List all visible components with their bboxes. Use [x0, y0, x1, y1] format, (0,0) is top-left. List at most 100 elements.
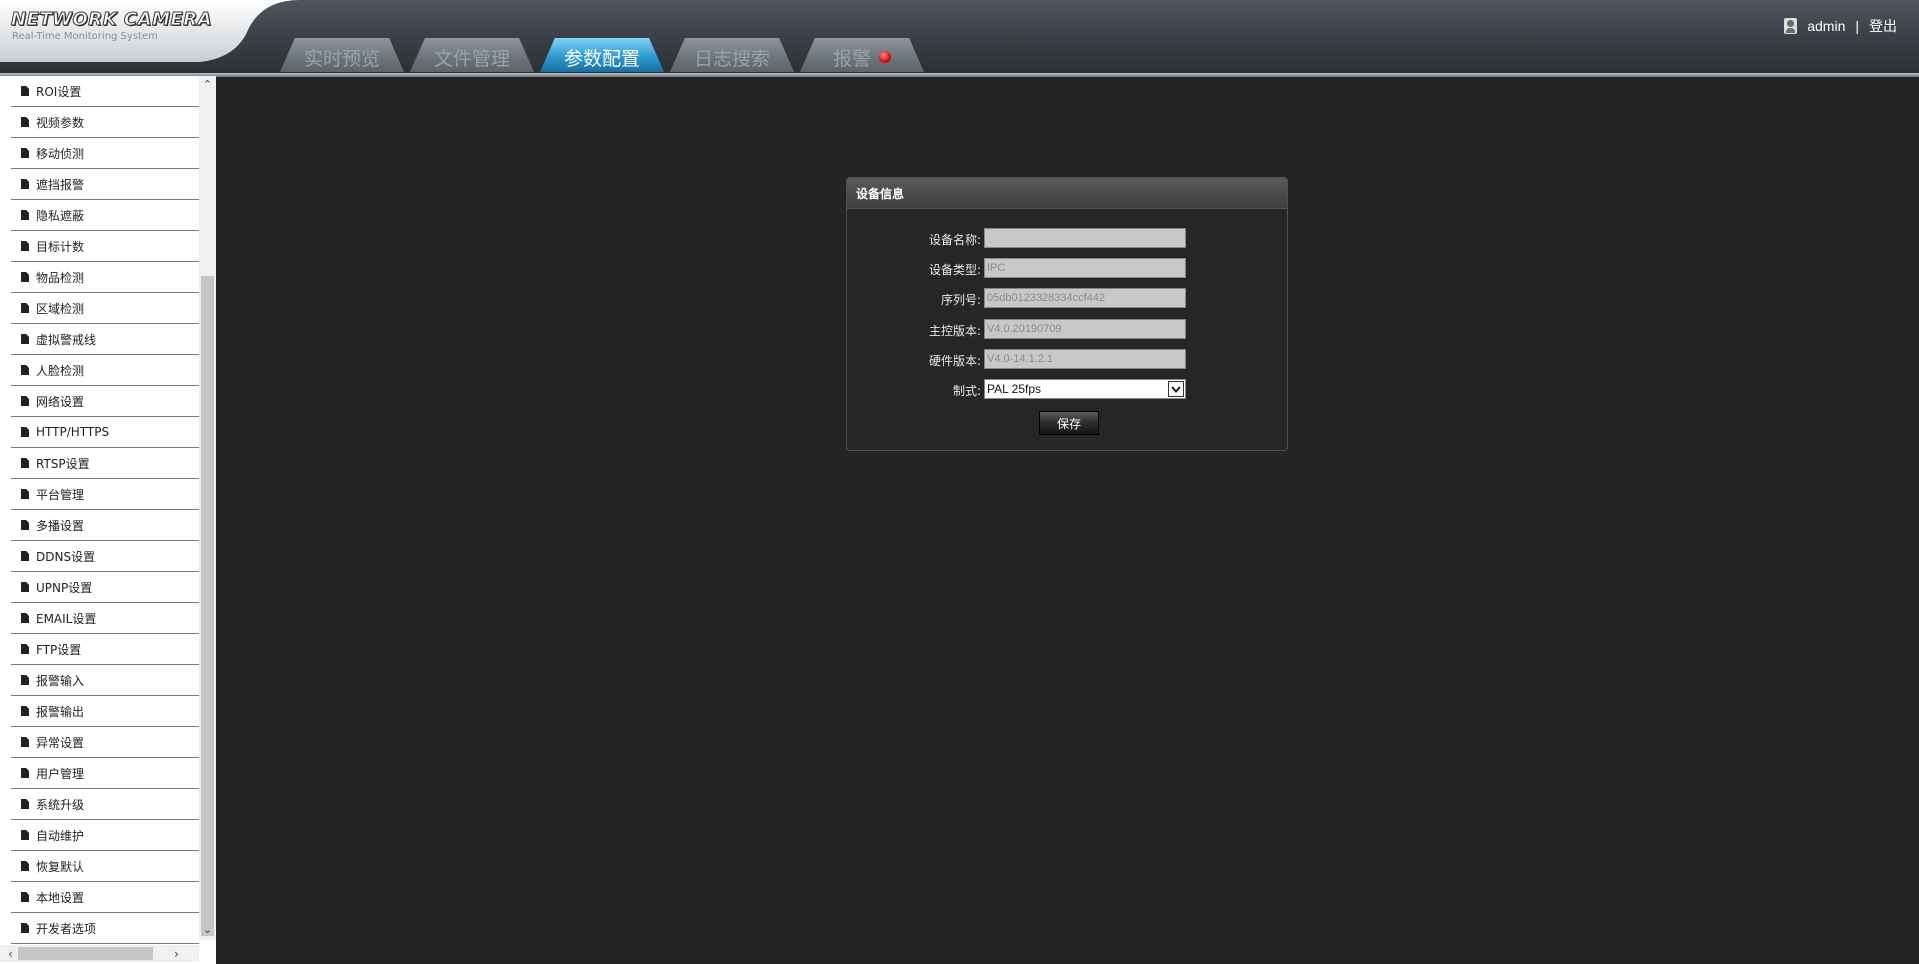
sidebar-item-region-detection[interactable]: 区域检测: [11, 293, 199, 324]
sidebar-item-alarm-input[interactable]: 报警输入: [11, 665, 199, 696]
sidebar-item-label: 恢复默认: [36, 859, 85, 874]
sidebar-item-label: EMAIL设置: [36, 611, 97, 626]
scrollbar-thumb[interactable]: [18, 947, 153, 960]
sidebar-item-label: 开发者选项: [36, 921, 97, 936]
settings-sidebar: ROI设置 视频参数 移动侦测 遮挡报警 隐私遮蔽 目标计数 物品检测 区域检测…: [0, 76, 216, 964]
save-button[interactable]: 保存: [1039, 411, 1099, 435]
document-icon: [21, 396, 29, 406]
scrollbar-thumb[interactable]: [201, 276, 214, 936]
sidebar-item-restore-default[interactable]: 恢复默认: [11, 851, 199, 882]
firmware-version-label: 主控版本:: [928, 324, 981, 338]
sidebar-item-tamper-alarm[interactable]: 遮挡报警: [11, 169, 199, 200]
settings-menu: ROI设置 视频参数 移动侦测 遮挡报警 隐私遮蔽 目标计数 物品检测 区域检测…: [11, 76, 199, 944]
username: admin: [1807, 18, 1846, 34]
document-icon: [21, 179, 29, 189]
top-header: NETWORK CAMERA Real-Time Monitoring Syst…: [0, 0, 1919, 76]
sidebar-item-network[interactable]: 网络设置: [11, 386, 199, 417]
device-info-panel: 设备信息 设备名称: 设备类型: IPC 序列号: 05db0123328334…: [846, 177, 1288, 451]
sidebar-vertical-scrollbar[interactable]: ⌃ ⌄: [199, 76, 216, 940]
sidebar-item-virtual-tripwire[interactable]: 虚拟警戒线: [11, 324, 199, 355]
sidebar-item-developer-options[interactable]: 开发者选项: [11, 913, 199, 944]
sidebar-item-label: 视频参数: [36, 115, 85, 130]
document-icon: [21, 582, 29, 592]
video-standard-label: 制式:: [952, 384, 981, 398]
sidebar-item-label: DDNS设置: [36, 549, 96, 564]
sidebar-item-rtsp[interactable]: RTSP设置: [11, 448, 199, 479]
device-type-field: IPC: [984, 258, 1186, 278]
video-standard-select[interactable]: PAL 25fps: [984, 379, 1186, 399]
document-icon: [21, 923, 29, 933]
sidebar-item-label: HTTP/HTTPS: [36, 425, 110, 439]
sidebar-item-label: FTP设置: [36, 642, 82, 657]
document-icon: [21, 427, 29, 437]
logo-title: NETWORK CAMERA: [11, 9, 213, 30]
sidebar-item-label: 虚拟警戒线: [36, 332, 97, 347]
sidebar-item-local-settings[interactable]: 本地设置: [11, 882, 199, 913]
sidebar-item-upnp[interactable]: UPNP设置: [11, 572, 199, 603]
device-name-label: 设备名称:: [928, 233, 981, 247]
sidebar-item-label: 移动侦测: [36, 146, 85, 161]
document-icon: [21, 520, 29, 530]
sidebar-horizontal-scrollbar[interactable]: ‹ ›: [0, 945, 199, 962]
sidebar-item-roi[interactable]: ROI设置: [11, 76, 199, 107]
scroll-up-icon[interactable]: ⌃: [199, 76, 216, 93]
sidebar-item-multicast[interactable]: 多播设置: [11, 510, 199, 541]
sidebar-item-ftp[interactable]: FTP设置: [11, 634, 199, 665]
sidebar-item-platform[interactable]: 平台管理: [11, 479, 199, 510]
sidebar-item-label: 系统升级: [36, 797, 85, 812]
form-row-device-name: 设备名称:: [847, 228, 1287, 250]
sidebar-item-motion-detection[interactable]: 移动侦测: [11, 138, 199, 169]
tab-label: 报警: [832, 47, 871, 70]
document-icon: [21, 489, 29, 499]
document-icon: [21, 148, 29, 158]
tab-file-management[interactable]: 文件管理: [410, 38, 534, 72]
sidebar-item-email[interactable]: EMAIL设置: [11, 603, 199, 634]
document-icon: [21, 303, 29, 313]
tab-label: 日志搜索: [693, 47, 770, 70]
sidebar-item-label: 报警输出: [36, 704, 85, 719]
sidebar-item-label: 网络设置: [36, 394, 85, 409]
tab-parameter-config[interactable]: 参数配置: [540, 38, 664, 72]
panel-title: 设备信息: [847, 178, 1287, 209]
sidebar-item-video-params[interactable]: 视频参数: [11, 107, 199, 138]
sidebar-item-label: 用户管理: [36, 766, 85, 781]
sidebar-item-label: 多播设置: [36, 518, 85, 533]
device-type-label: 设备类型:: [928, 263, 981, 277]
logout-link[interactable]: 登出: [1869, 16, 1897, 36]
serial-number-field: 05db0123328334ccf442: [984, 288, 1186, 308]
scroll-right-icon[interactable]: ›: [168, 945, 185, 962]
document-icon: [21, 768, 29, 778]
tab-live-view[interactable]: 实时预览: [280, 38, 404, 72]
document-icon: [21, 737, 29, 747]
tab-label: 实时预览: [303, 47, 380, 70]
sidebar-item-label: 人脸检测: [36, 363, 85, 378]
tab-alarm[interactable]: 报警: [800, 38, 924, 72]
sidebar-item-label: 平台管理: [36, 487, 85, 502]
sidebar-item-auto-maintenance[interactable]: 自动维护: [11, 820, 199, 851]
sidebar-item-http-https[interactable]: HTTP/HTTPS: [11, 417, 199, 448]
scroll-left-icon[interactable]: ‹: [2, 945, 19, 962]
tab-log-search[interactable]: 日志搜索: [670, 38, 794, 72]
tab-label: 参数配置: [563, 47, 640, 70]
sidebar-item-face-detection[interactable]: 人脸检测: [11, 355, 199, 386]
document-icon: [21, 241, 29, 251]
sidebar-item-object-detection[interactable]: 物品检测: [11, 262, 199, 293]
sidebar-item-ddns[interactable]: DDNS设置: [11, 541, 199, 572]
document-icon: [21, 861, 29, 871]
scroll-down-icon[interactable]: ⌄: [199, 921, 216, 938]
document-icon: [21, 675, 29, 685]
user-area: admin | 登出: [1784, 16, 1897, 36]
sidebar-item-system-upgrade[interactable]: 系统升级: [11, 789, 199, 820]
sidebar-item-exception[interactable]: 异常设置: [11, 727, 199, 758]
document-icon: [21, 613, 29, 623]
document-icon: [21, 551, 29, 561]
document-icon: [21, 830, 29, 840]
chevron-down-icon[interactable]: [1168, 381, 1184, 397]
sidebar-item-user-management[interactable]: 用户管理: [11, 758, 199, 789]
sidebar-item-privacy-mask[interactable]: 隐私遮蔽: [11, 200, 199, 231]
logo-subtitle: Real-Time Monitoring System: [12, 31, 158, 42]
sidebar-item-alarm-output[interactable]: 报警输出: [11, 696, 199, 727]
device-name-field[interactable]: [984, 228, 1186, 248]
user-icon: [1784, 18, 1798, 34]
sidebar-item-target-count[interactable]: 目标计数: [11, 231, 199, 262]
